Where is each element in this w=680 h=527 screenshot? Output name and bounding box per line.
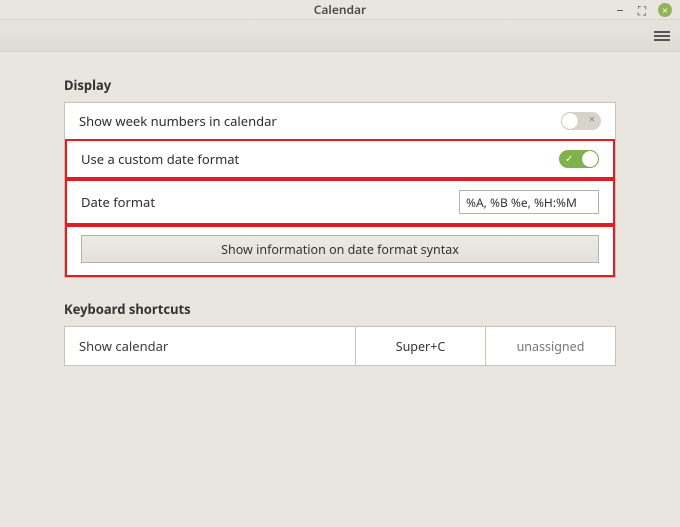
row-date-format: Date format	[65, 179, 615, 225]
custom-date-format-label: Use a custom date format	[81, 150, 239, 168]
shortcut-primary[interactable]: Super+C	[355, 327, 485, 365]
content-area: Display Show week numbers in calendar Us…	[0, 52, 680, 366]
minimize-icon[interactable]: ‒	[614, 4, 626, 16]
shortcut-label: Show calendar	[65, 327, 355, 365]
date-format-label: Date format	[81, 193, 155, 211]
shortcuts-panel: Show calendar Super+C unassigned	[64, 326, 616, 366]
display-panel: Show week numbers in calendar Use a cust…	[64, 102, 616, 278]
row-custom-date-format: Use a custom date format	[65, 139, 615, 179]
maximize-icon[interactable]: ⛶	[636, 4, 648, 16]
date-format-input[interactable]	[459, 190, 599, 214]
close-icon[interactable]: ×	[658, 3, 672, 17]
show-week-numbers-label: Show week numbers in calendar	[79, 112, 277, 130]
shortcut-secondary[interactable]: unassigned	[485, 327, 615, 365]
custom-date-format-toggle[interactable]	[559, 150, 599, 168]
show-syntax-info-button[interactable]: Show information on date format syntax	[81, 235, 599, 263]
toolbar	[0, 20, 680, 52]
row-syntax-button: Show information on date format syntax	[65, 225, 615, 277]
shortcuts-section-title: Keyboard shortcuts	[64, 300, 616, 318]
show-week-numbers-toggle[interactable]	[561, 112, 601, 130]
window-controls: ‒ ⛶ ×	[614, 0, 672, 20]
menu-icon[interactable]	[654, 28, 670, 44]
row-show-week-numbers: Show week numbers in calendar	[65, 103, 615, 139]
window-title: Calendar	[314, 1, 367, 18]
shortcut-row: Show calendar Super+C unassigned	[65, 327, 615, 365]
display-section-title: Display	[64, 76, 616, 94]
titlebar: Calendar ‒ ⛶ ×	[0, 0, 680, 20]
